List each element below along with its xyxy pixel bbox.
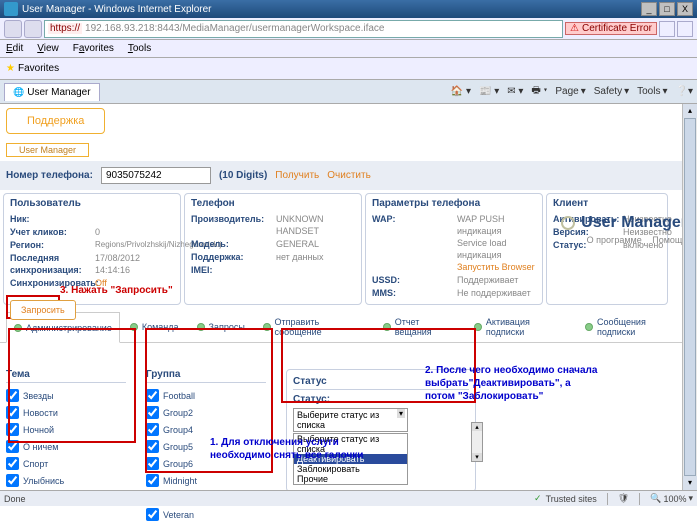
group-label: Veteran	[163, 510, 194, 520]
url-text: 192.168.93.218:8443/MediaManager/userman…	[85, 23, 559, 34]
favorites-bar: Favorites	[0, 58, 697, 80]
annotation-step3: 3. Нажать "Запросить"	[60, 285, 173, 296]
url-scheme: https://	[48, 23, 82, 34]
address-bar: https:// 192.168.93.218:8443/MediaManage…	[0, 18, 697, 40]
tab-sub-messages[interactable]: Сообщения подписки	[577, 312, 691, 342]
menu-bar: EEditdit View Favorites Tools	[0, 40, 697, 58]
close-button[interactable]: X	[677, 2, 693, 16]
favorites-button[interactable]: Favorites	[6, 63, 59, 74]
menu-view[interactable]: View	[37, 43, 59, 54]
app-title: User Manager	[581, 214, 687, 232]
phone-get-link[interactable]: Получить	[275, 170, 319, 181]
topic-checkbox[interactable]	[6, 474, 19, 487]
about-link[interactable]: О программе	[587, 235, 642, 245]
phone-digits-hint: (10 Digits)	[219, 170, 267, 181]
scroll-down-button[interactable]: ▾	[683, 476, 697, 490]
tab-activation[interactable]: Активация подписки	[466, 312, 575, 342]
status-bar: Done ✓ Trusted sites 🛡 🔍 100% ▾	[0, 490, 697, 506]
panel-client-title: Клиент	[553, 198, 661, 209]
dropdown-scrollbar[interactable]	[471, 422, 483, 462]
certificate-error[interactable]: Certificate Error	[565, 22, 657, 35]
scroll-up-button[interactable]: ▴	[683, 104, 697, 118]
legacy-user-manager-button[interactable]: User Manager	[6, 143, 89, 157]
redbox-topics	[8, 328, 136, 443]
request-button[interactable]: Запросить	[10, 300, 76, 320]
command-bar: 🏠 ▾ 📰 ▾ ✉ ▾ 🖶 ▾ Page ▾ Safety ▾ Tools ▾ …	[451, 83, 693, 100]
group-checkbox[interactable]	[146, 508, 159, 521]
app-root: Поддержка User Manager User Manager О пр…	[0, 104, 697, 529]
home-button[interactable]: 🏠 ▾	[451, 86, 471, 97]
window-controls: _ □ X	[641, 2, 693, 16]
topic-checkbox[interactable]	[6, 457, 19, 470]
stop-button[interactable]	[677, 21, 693, 37]
group-label: Midnight	[163, 476, 197, 486]
refresh-button[interactable]	[659, 21, 675, 37]
print-button[interactable]: 🖶 ▾	[531, 83, 547, 100]
feeds-button[interactable]: 📰 ▾	[479, 86, 499, 97]
ie-icon	[4, 2, 18, 16]
launch-browser-link[interactable]: Запустить Browser	[457, 262, 535, 272]
support-button[interactable]: Поддержка	[6, 108, 105, 134]
annotation-step2: 2. После чего необходимо сначала выбрать…	[425, 364, 597, 403]
status-opt-block[interactable]: Заблокировать	[294, 464, 407, 474]
tab-user-manager[interactable]: User Manager	[4, 83, 100, 101]
panel-phone: Телефон Производитель:UNKNOWN HANDSET Мо…	[184, 193, 362, 305]
topic-item: Спорт	[6, 455, 126, 472]
topic-label: О ничем	[23, 442, 58, 452]
topic-label: Улыбнись	[23, 476, 64, 486]
protected-mode-icon: 🛡	[618, 493, 629, 504]
phone-number-row: Номер телефона: (10 Digits) Получить Очи…	[0, 161, 697, 190]
window-title: User Manager - Windows Internet Explorer	[22, 4, 212, 15]
group-item: Midnight	[146, 472, 266, 489]
menu-tools[interactable]: Tools	[128, 43, 151, 54]
zoom-control[interactable]: 🔍 100% ▾	[650, 493, 693, 504]
help-button[interactable]: ❔▾	[676, 86, 693, 97]
app-logo-icon	[561, 216, 575, 230]
annotation-step1: 1. Для отключения услуги необходимо снят…	[210, 436, 363, 462]
status-done: Done	[4, 494, 26, 504]
status-opt-other[interactable]: Прочие	[294, 474, 407, 484]
mail-button[interactable]: ✉ ▾	[507, 86, 523, 97]
minimize-button[interactable]: _	[641, 2, 657, 16]
menu-favorites[interactable]: Favorites	[73, 43, 114, 54]
tools-menu[interactable]: Tools ▾	[637, 86, 667, 97]
page-menu[interactable]: Page ▾	[555, 86, 585, 97]
panel-client: Клиент Активировать:Неизвестно Версия:Не…	[546, 193, 668, 305]
topic-label: Спорт	[23, 459, 48, 469]
menu-edit[interactable]: EEditdit	[6, 43, 23, 54]
app-header: User Manager О программе Помощь	[561, 214, 687, 245]
status-zone: Trusted sites	[546, 494, 597, 504]
window-titlebar: User Manager - Windows Internet Explorer…	[0, 0, 697, 18]
tab-bar: User Manager 🏠 ▾ 📰 ▾ ✉ ▾ 🖶 ▾ Page ▾ Safe…	[0, 80, 697, 104]
forward-button[interactable]	[24, 20, 42, 38]
panel-params: Параметры телефона WAP:WAP PUSH индикаци…	[365, 193, 543, 305]
panel-user-title: Пользователь	[10, 198, 174, 209]
window-scrollbar[interactable]: ▴ ▾	[682, 104, 697, 490]
addr-right-controls	[659, 21, 693, 37]
phone-input[interactable]	[101, 167, 211, 184]
safety-menu[interactable]: Safety ▾	[594, 86, 629, 97]
back-button[interactable]	[4, 20, 22, 38]
group-item: Veteran	[146, 506, 266, 523]
maximize-button[interactable]: □	[659, 2, 675, 16]
topic-item: Улыбнись	[6, 472, 126, 489]
url-input[interactable]: https:// 192.168.93.218:8443/MediaManage…	[44, 20, 563, 38]
panel-phone-title: Телефон	[191, 198, 355, 209]
phone-label: Номер телефона:	[6, 170, 93, 181]
phone-clear-link[interactable]: Очистить	[327, 170, 371, 181]
panel-params-title: Параметры телефона	[372, 198, 536, 209]
group-checkbox[interactable]	[146, 474, 159, 487]
scroll-thumb[interactable]	[684, 118, 696, 476]
status-selected[interactable]: Выберите статус из списка	[293, 408, 408, 432]
